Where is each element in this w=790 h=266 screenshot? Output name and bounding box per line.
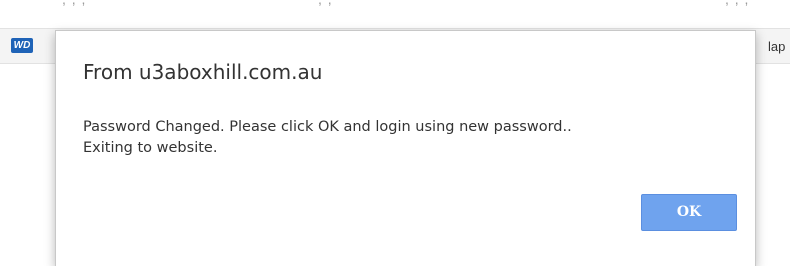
wd-bookmark-icon[interactable]: WD	[11, 38, 33, 53]
dialog-title: From u3aboxhill.com.au	[83, 60, 323, 84]
clipped-text-fragment: , , ,	[725, 0, 749, 7]
dialog-message: Password Changed. Please click OK and lo…	[83, 117, 743, 159]
bookmark-item-partial[interactable]: lap	[768, 39, 790, 54]
ok-button[interactable]: OK	[641, 194, 737, 231]
dialog-message-line: Password Changed. Please click OK and lo…	[83, 119, 572, 135]
clipped-page-text-strip: , , , , , , , ,	[0, 0, 790, 20]
clipped-text-fragment: , , ,	[62, 0, 86, 7]
clipped-text-fragment: , ,	[318, 0, 333, 7]
dialog-message-line: Exiting to website.	[83, 140, 218, 156]
alert-dialog: From u3aboxhill.com.au Password Changed.…	[55, 30, 756, 266]
